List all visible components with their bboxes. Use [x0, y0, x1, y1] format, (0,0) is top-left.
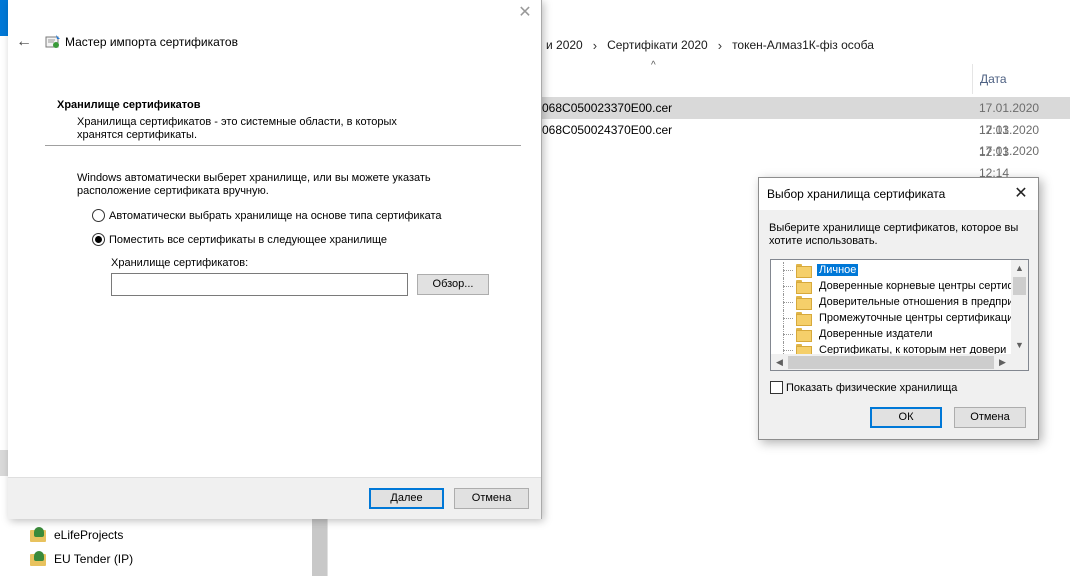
section-title: Хранилище сертификатов — [57, 99, 201, 111]
tree-item-enterprise-trust[interactable]: Доверительные отношения в предприя — [771, 294, 1022, 310]
browse-button[interactable]: Обзор... — [417, 274, 489, 295]
radio-manual-store[interactable]: Поместить все сертификаты в следующее хр… — [92, 233, 387, 246]
tree-item-personal[interactable]: Личное — [771, 262, 860, 278]
next-button[interactable]: Далее — [369, 488, 444, 509]
radio-auto-select-store[interactable]: Автоматически выбрать хранилище на основ… — [92, 209, 442, 222]
scroll-thumb[interactable] — [788, 356, 994, 369]
dialog-titlebar[interactable]: Выбор хранилища сертификата ✕ — [759, 178, 1038, 210]
store-tree[interactable]: Личное Доверенные корневые центры сертиф… — [770, 259, 1029, 371]
nav-item-label: eLifeProjects — [54, 528, 124, 542]
close-icon[interactable]: ✕ — [1009, 182, 1033, 206]
file-row[interactable]: 068C050023370E00.cer 17.01.2020 12:13 — [542, 97, 1070, 137]
dialog-description: Выберите хранилище сертификатов, которое… — [769, 222, 1019, 247]
scrollbar-corner — [1011, 354, 1028, 370]
breadcrumb-item[interactable]: токен-Алмаз1К-фіз особа — [728, 38, 878, 52]
wizard-title: Мастер импорта сертификатов — [65, 35, 238, 49]
cancel-button[interactable]: Отмена — [454, 488, 529, 509]
folder-icon — [796, 264, 812, 278]
checkbox-label[interactable]: Показать физические хранилища — [786, 382, 957, 394]
info-text: Windows автоматически выберет хранилище,… — [77, 172, 431, 197]
nav-item-label: EU Tender (IP) — [54, 552, 134, 566]
dialog-title: Выбор хранилища сертификата — [767, 187, 946, 201]
folder-icon — [796, 280, 812, 294]
radio-button[interactable] — [92, 233, 105, 246]
folder-icon — [796, 312, 812, 326]
radio-button[interactable] — [92, 209, 105, 222]
certificate-icon — [45, 35, 60, 48]
chevron-right-icon[interactable]: › — [712, 38, 728, 53]
file-row[interactable]: 068C050024370E00.cer 17.01.2020 12:13 — [542, 119, 1070, 159]
file-name: 068C050023370E00.cer — [542, 101, 673, 115]
certificate-import-wizard: ✕ ← Мастер импорта сертификатов Хранилищ… — [8, 0, 542, 519]
user-folder-icon — [30, 527, 48, 543]
ok-button[interactable]: ОК — [870, 407, 942, 428]
tree-horizontal-scrollbar[interactable]: ◀ ▶ — [771, 354, 1011, 370]
nav-pane-scrollbar[interactable] — [312, 519, 327, 576]
store-field-label: Хранилище сертификатов: — [111, 257, 249, 269]
folder-icon — [796, 328, 812, 342]
tree-item-trusted-root[interactable]: Доверенные корневые центры сертиф — [771, 278, 1019, 294]
breadcrumb-item[interactable]: и 2020 — [542, 38, 587, 52]
wizard-footer: Далее Отмена — [8, 477, 541, 519]
explorer-accent-bar — [0, 0, 8, 36]
nav-item-eu-tender[interactable]: EU Tender (IP) — [30, 548, 133, 570]
back-arrow-icon[interactable]: ← — [14, 32, 34, 52]
chevron-up-icon[interactable]: ▲ — [1011, 260, 1028, 277]
tree-item-intermediate[interactable]: Промежуточные центры сертификаци — [771, 310, 1015, 326]
tree-item-label[interactable]: Личное — [815, 263, 860, 277]
radio-label[interactable]: Поместить все сертификаты в следующее хр… — [109, 234, 387, 246]
close-icon[interactable]: ✕ — [514, 2, 536, 24]
user-folder-icon — [30, 551, 48, 567]
sort-ascending-icon: ^ — [651, 60, 656, 71]
cancel-button[interactable]: Отмена — [954, 407, 1026, 428]
tree-item-trusted-publishers[interactable]: Доверенные издатели — [771, 326, 934, 342]
chevron-right-icon[interactable]: › — [587, 38, 603, 53]
chevron-left-icon[interactable]: ◀ — [771, 354, 788, 370]
column-header-date[interactable]: Дата изменения — [972, 64, 1070, 116]
radio-label[interactable]: Автоматически выбрать хранилище на основ… — [109, 210, 442, 222]
file-row[interactable]: 17.01.2020 12:14 — [542, 140, 1070, 180]
breadcrumb[interactable]: и 2020 › Сертифікати 2020 › токен-Алмаз1… — [542, 30, 878, 60]
select-store-dialog: Выбор хранилища сертификата ✕ Выберите х… — [758, 177, 1039, 440]
folder-icon — [796, 296, 812, 310]
divider — [45, 145, 521, 146]
chevron-down-icon[interactable]: ▼ — [1011, 337, 1028, 354]
section-description: Хранилища сертификатов - это системные о… — [77, 116, 397, 141]
show-physical-checkbox[interactable] — [770, 381, 783, 394]
chevron-right-icon[interactable]: ▶ — [994, 354, 1011, 370]
nav-item-elifeprojects[interactable]: eLifeProjects — [30, 524, 123, 546]
breadcrumb-item[interactable]: Сертифікати 2020 — [603, 38, 712, 52]
pane-divider — [327, 519, 328, 576]
scroll-thumb[interactable] — [1013, 277, 1026, 295]
file-name: 068C050024370E00.cer — [542, 123, 673, 137]
tree-vertical-scrollbar[interactable]: ▲ ▼ — [1011, 260, 1028, 354]
tree-item-label[interactable]: Промежуточные центры сертификаци — [817, 312, 1015, 324]
show-physical-stores[interactable]: Показать физические хранилища — [770, 381, 957, 394]
tree-item-label[interactable]: Доверительные отношения в предприя — [817, 296, 1022, 308]
tree-item-label[interactable]: Доверенные корневые центры сертиф — [817, 280, 1019, 292]
nav-pane-selection — [0, 450, 8, 476]
tree-item-label[interactable]: Доверенные издатели — [817, 328, 934, 340]
store-input[interactable] — [111, 273, 408, 296]
